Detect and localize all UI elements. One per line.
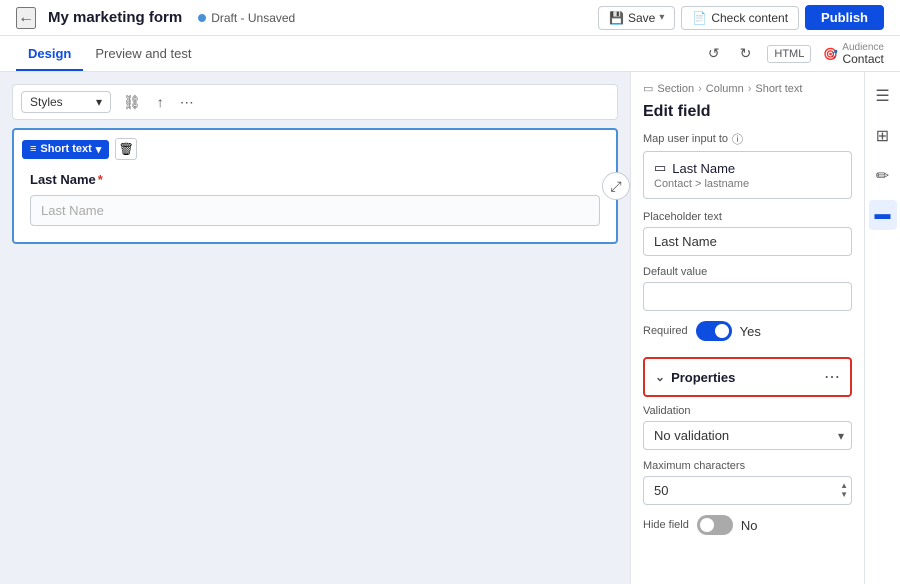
main-layout: Styles ▾ ⛓ ↑ ⋯ ≡ Short text ▾ 🗑 Last Nam… xyxy=(0,72,900,584)
validation-select-wrapper: No validation ▾ xyxy=(643,421,852,450)
properties-section: ⌄ Properties ⋯ xyxy=(643,357,852,397)
audience-icon: 🎯 xyxy=(823,47,838,61)
map-field-box[interactable]: ▭ Last Name Contact > lastname xyxy=(643,151,852,199)
publish-button[interactable]: Publish xyxy=(805,5,884,30)
breadcrumb-column: Column xyxy=(706,83,744,95)
badge-chevron-icon: ▾ xyxy=(96,143,102,156)
validation-field: Validation No validation ▾ xyxy=(631,405,864,460)
max-chars-up-arrow[interactable]: ▲ xyxy=(840,482,848,490)
move-button[interactable]: ⤢ xyxy=(602,172,630,200)
required-yes-label: Yes xyxy=(740,324,761,339)
placeholder-input[interactable] xyxy=(643,227,852,256)
audience-button[interactable]: 🎯 Audience Contact xyxy=(823,43,884,65)
map-field-path: Contact > lastname xyxy=(654,178,841,190)
breadcrumb-sep-2: › xyxy=(748,83,752,95)
subnav: Design Preview and test ↺ ↻ HTML 🎯 Audie… xyxy=(0,36,900,72)
properties-chevron-icon: ⌄ xyxy=(655,370,665,384)
default-value-field: Default value xyxy=(631,266,864,321)
map-info-icon: ⓘ xyxy=(732,131,743,147)
field-type-label: Short text xyxy=(40,143,91,155)
subnav-right: ↺ ↻ HTML 🎯 Audience Contact xyxy=(704,41,884,66)
tab-design[interactable]: Design xyxy=(16,38,83,71)
canvas-toolbar: Styles ▾ ⛓ ↑ ⋯ xyxy=(12,84,618,120)
save-icon: 💾 xyxy=(609,11,624,25)
properties-header[interactable]: ⌄ Properties ⋯ xyxy=(645,359,850,395)
status-text: Draft - Unsaved xyxy=(211,11,295,25)
breadcrumb: ▭ Section › Column › Short text xyxy=(631,72,864,99)
required-star: * xyxy=(98,172,103,187)
max-chars-label: Maximum characters xyxy=(643,460,852,472)
properties-menu-button[interactable]: ⋯ xyxy=(824,367,840,387)
field-type-badge: ≡ Short text ▾ xyxy=(22,140,109,159)
save-label: Save xyxy=(628,11,655,25)
check-content-label: Check content xyxy=(711,11,788,25)
audience-label: Audience xyxy=(842,43,884,53)
max-chars-arrows: ▲ ▼ xyxy=(840,476,848,505)
required-toggle[interactable] xyxy=(696,321,732,341)
styles-select[interactable]: Styles ▾ xyxy=(21,91,111,113)
field-label: Last Name * xyxy=(30,172,600,187)
link-icon-button[interactable]: ⛓ xyxy=(119,92,145,113)
map-label: Map user input to ⓘ xyxy=(631,131,864,151)
breadcrumb-sep-1: › xyxy=(698,83,702,95)
canvas-area: Styles ▾ ⛓ ↑ ⋯ ≡ Short text ▾ 🗑 Last Nam… xyxy=(0,72,630,584)
styles-label: Styles xyxy=(30,95,63,109)
sidebar-icon-edit[interactable]: ✏ xyxy=(870,160,895,192)
max-chars-input[interactable] xyxy=(643,476,852,505)
up-icon-button[interactable]: ↑ xyxy=(153,92,168,112)
panel-section-title: Edit field xyxy=(631,99,864,131)
properties-header-left: ⌄ Properties xyxy=(655,370,735,385)
tab-preview[interactable]: Preview and test xyxy=(83,38,203,71)
undo-button[interactable]: ↺ xyxy=(704,41,724,66)
more-icon-button[interactable]: ⋯ xyxy=(176,92,198,113)
required-row: Required Yes xyxy=(631,321,864,353)
field-type-icon: ≡ xyxy=(30,143,36,155)
header-actions: 💾 Save ▾ 📄 Check content Publish xyxy=(598,5,884,30)
required-label: Required xyxy=(643,325,688,337)
validation-select[interactable]: No validation xyxy=(643,421,852,450)
max-chars-down-arrow[interactable]: ▼ xyxy=(840,491,848,499)
status-dot xyxy=(198,14,206,22)
save-button[interactable]: 💾 Save ▾ xyxy=(598,6,675,30)
hide-no-label: No xyxy=(741,518,758,533)
default-input[interactable] xyxy=(643,282,852,311)
validation-label: Validation xyxy=(643,405,852,417)
max-chars-field: Maximum characters ▲ ▼ xyxy=(631,460,864,515)
header: ← My marketing form Draft - Unsaved 💾 Sa… xyxy=(0,0,900,36)
properties-label: Properties xyxy=(671,370,735,385)
panel-content: ▭ Section › Column › Short text Edit fie… xyxy=(631,72,864,584)
sidebar-icon-panel[interactable]: ▬ xyxy=(869,200,897,230)
default-label: Default value xyxy=(643,266,852,278)
placeholder-field: Placeholder text xyxy=(631,211,864,266)
hide-field-toggle[interactable] xyxy=(697,515,733,535)
max-chars-wrapper: ▲ ▼ xyxy=(643,476,852,505)
audience-value: Contact xyxy=(842,53,884,65)
delete-field-button[interactable]: 🗑 xyxy=(115,138,137,160)
styles-chevron-icon: ▾ xyxy=(96,95,102,109)
check-icon: 📄 xyxy=(692,11,707,25)
hide-field-label: Hide field xyxy=(643,519,689,531)
breadcrumb-section: Section xyxy=(657,83,694,95)
form-field-block: ≡ Short text ▾ 🗑 Last Name * Last Name ⤢ xyxy=(12,128,618,244)
breadcrumb-icon: ▭ xyxy=(643,82,653,95)
redo-button[interactable]: ↻ xyxy=(736,41,756,66)
panel-sidebar: ☰ ⊞ ✏ ▬ xyxy=(864,72,900,584)
form-field-area: Last Name * Last Name xyxy=(14,160,616,242)
save-chevron: ▾ xyxy=(659,12,664,23)
sidebar-icon-list[interactable]: ☰ xyxy=(869,80,895,112)
right-panel: ▭ Section › Column › Short text Edit fie… xyxy=(630,72,900,584)
placeholder-label: Placeholder text xyxy=(643,211,852,223)
hide-field-row: Hide field No xyxy=(631,515,864,545)
map-field-icon: ▭ xyxy=(654,160,666,176)
back-button[interactable]: ← xyxy=(16,7,36,29)
breadcrumb-short-text: Short text xyxy=(755,83,802,95)
map-field-name: ▭ Last Name xyxy=(654,160,841,176)
check-content-button[interactable]: 📄 Check content xyxy=(681,6,799,30)
page-title: My marketing form xyxy=(48,9,182,26)
header-status: Draft - Unsaved xyxy=(198,11,295,25)
field-input-preview: Last Name xyxy=(30,195,600,226)
sidebar-icon-grid[interactable]: ⊞ xyxy=(870,120,895,152)
html-button[interactable]: HTML xyxy=(767,45,811,63)
